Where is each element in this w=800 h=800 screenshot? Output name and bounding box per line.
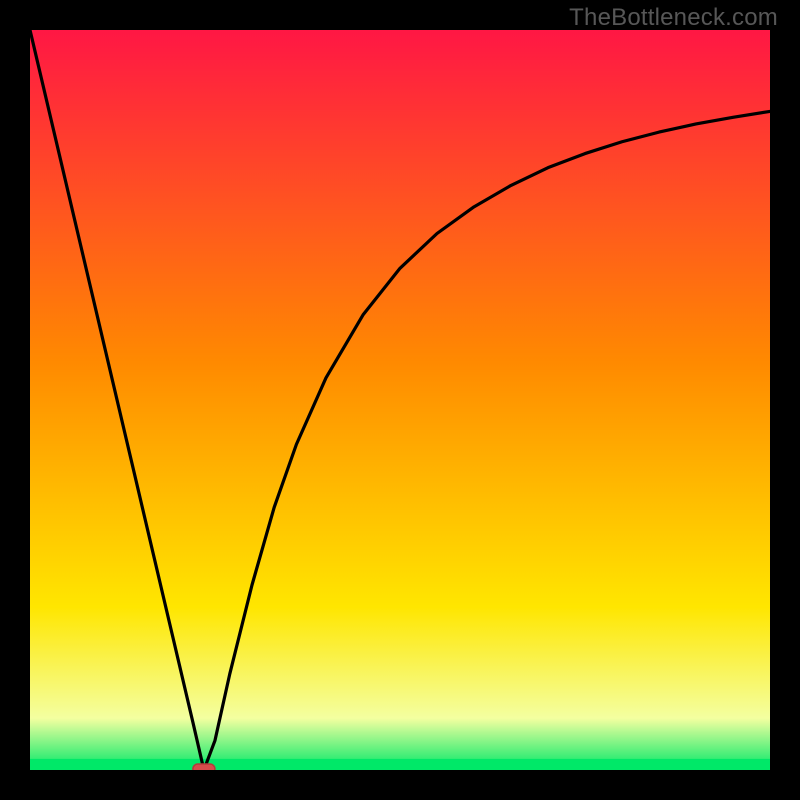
gradient-background [30, 30, 770, 770]
optimal-marker [193, 764, 215, 770]
bottleneck-chart [30, 30, 770, 770]
watermark-text: TheBottleneck.com [569, 4, 778, 32]
chart-frame: TheBottleneck.com [0, 0, 800, 800]
green-band [30, 759, 770, 770]
